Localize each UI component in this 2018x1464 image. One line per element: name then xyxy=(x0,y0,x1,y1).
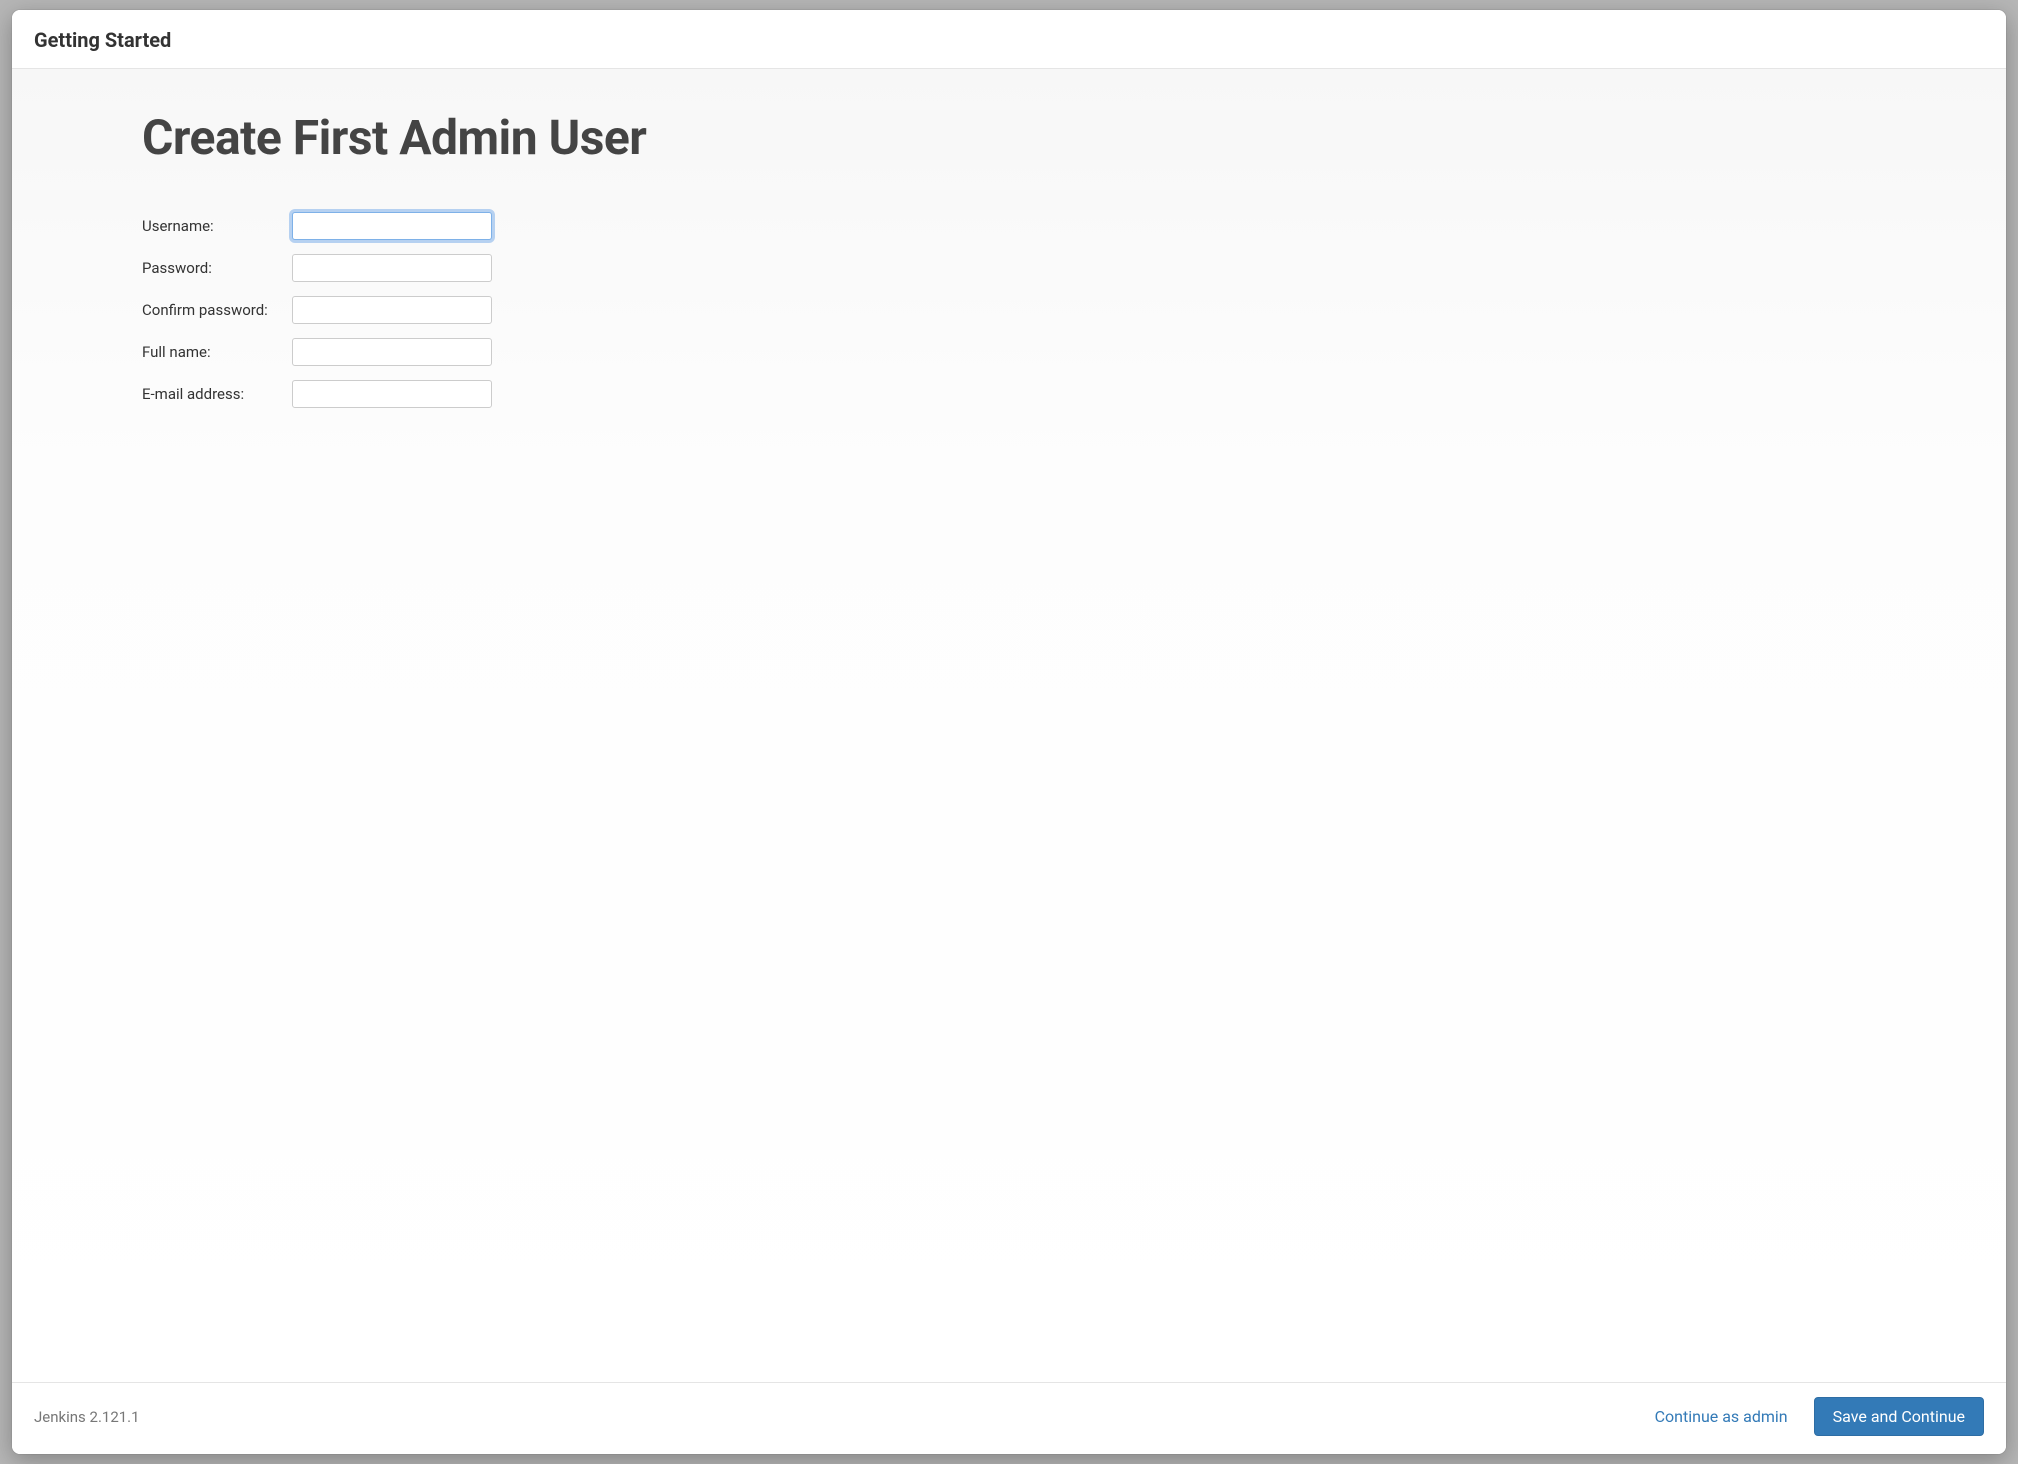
form-row-email: E-mail address: xyxy=(142,380,492,408)
footer-actions: Continue as admin Save and Continue xyxy=(1651,1397,1984,1436)
confirm-password-label: Confirm password: xyxy=(142,296,292,324)
form-row-username: Username: xyxy=(142,212,492,240)
password-label: Password: xyxy=(142,254,292,282)
password-input[interactable] xyxy=(292,254,492,282)
save-and-continue-button[interactable]: Save and Continue xyxy=(1814,1397,1984,1436)
form-row-confirm-password: Confirm password: xyxy=(142,296,492,324)
username-label: Username: xyxy=(142,212,292,240)
continue-as-admin-button[interactable]: Continue as admin xyxy=(1651,1399,1792,1434)
page-title: Create First Admin User xyxy=(142,109,1142,166)
email-label: E-mail address: xyxy=(142,380,292,408)
version-text: Jenkins 2.121.1 xyxy=(34,1408,140,1426)
header-title: Getting Started xyxy=(34,28,1984,52)
username-input[interactable] xyxy=(292,212,492,240)
setup-wizard-modal: Getting Started Create First Admin User … xyxy=(12,10,2006,1454)
content-wrapper: Create First Admin User Username: Passwo… xyxy=(142,109,1142,422)
form-row-fullname: Full name: xyxy=(142,338,492,366)
form-row-password: Password: xyxy=(142,254,492,282)
modal-footer: Jenkins 2.121.1 Continue as admin Save a… xyxy=(12,1382,2006,1454)
modal-header: Getting Started xyxy=(12,10,2006,69)
modal-body: Create First Admin User Username: Passwo… xyxy=(12,69,2006,1382)
email-input[interactable] xyxy=(292,380,492,408)
admin-user-form: Username: Password: Confirm password: xyxy=(142,198,492,422)
fullname-label: Full name: xyxy=(142,338,292,366)
confirm-password-input[interactable] xyxy=(292,296,492,324)
fullname-input[interactable] xyxy=(292,338,492,366)
